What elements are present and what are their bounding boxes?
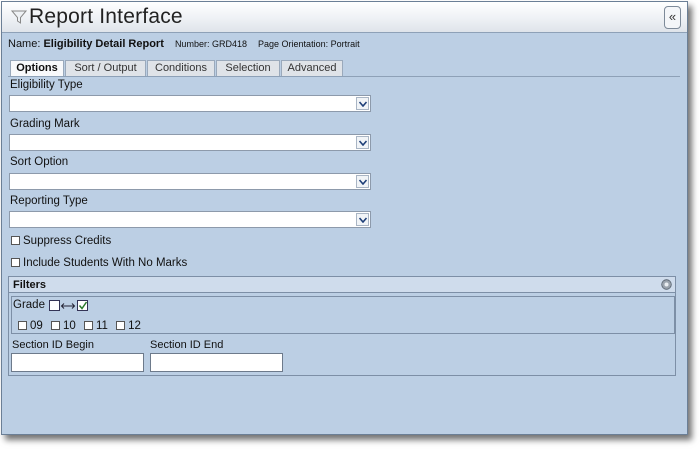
report-window: Report Interface « Name: Eligibility Det… [1, 1, 688, 435]
tab-advanced[interactable]: Advanced [281, 60, 343, 76]
tab-sort-output[interactable]: Sort / Output [65, 60, 146, 76]
grade-label: Grade [13, 299, 45, 311]
grade-option-label: 12 [128, 320, 141, 332]
tab-label: Options [16, 62, 58, 74]
reporting-type-select[interactable] [9, 211, 371, 228]
eligibility-type-select[interactable] [9, 95, 371, 112]
grade-options: 09 10 11 12 [18, 320, 146, 332]
filters-title: Filters [13, 279, 47, 291]
tab-options[interactable]: Options [10, 60, 64, 77]
double-chevron-left-icon: « [668, 9, 677, 24]
sort-option-select[interactable] [9, 173, 371, 190]
suppress-credits-row: Suppress Credits [11, 235, 111, 247]
chevron-down-icon[interactable] [356, 136, 369, 149]
checkbox-toggle-icon[interactable] [49, 299, 91, 316]
tab-conditions[interactable]: Conditions [147, 60, 215, 76]
section-id-end-label: Section ID End [150, 339, 224, 351]
include-no-marks-checkbox[interactable] [11, 258, 20, 267]
include-no-marks-row: Include Students With No Marks [11, 257, 187, 269]
include-no-marks-label: Include Students With No Marks [23, 257, 188, 269]
chevron-down-icon[interactable] [356, 97, 369, 110]
title-bar: Report Interface « [2, 2, 687, 33]
grading-mark-select[interactable] [9, 134, 371, 151]
circle-toggle-icon[interactable] [661, 279, 672, 293]
report-name: Eligibility Detail Report [43, 38, 164, 50]
grade-option-label: 11 [96, 320, 108, 332]
grade-checkbox[interactable] [51, 321, 60, 330]
chevron-down-icon[interactable] [356, 175, 369, 188]
grade-checkbox[interactable] [116, 321, 126, 330]
section-id-end-input[interactable] [150, 353, 283, 372]
collapse-panel-button[interactable]: « [664, 6, 681, 29]
grade-option-label: 10 [63, 320, 76, 332]
suppress-credits-label: Suppress Credits [23, 235, 112, 247]
section-id-begin-label: Section ID Begin [12, 339, 94, 351]
grade-option[interactable]: 10 [51, 320, 76, 332]
tab-label: Sort / Output [74, 62, 137, 74]
report-number: Number: GRD418 [174, 39, 247, 49]
grade-checkbox[interactable] [84, 321, 93, 330]
grade-option[interactable]: 09 [18, 320, 43, 332]
grading-mark-label: Grading Mark [10, 118, 80, 130]
tab-label: Advanced [287, 62, 337, 74]
filters-header: Filters [8, 276, 676, 293]
grade-option-label: 09 [30, 320, 43, 332]
sort-option-label: Sort Option [10, 156, 69, 168]
report-name-label: Name: [8, 38, 41, 50]
grade-option[interactable]: 12 [116, 320, 141, 332]
page-orientation: Page Orientation: Portrait [258, 39, 360, 49]
tab-underline [8, 76, 680, 77]
grade-checkbox[interactable] [18, 321, 27, 330]
filter-funnel-icon [10, 9, 28, 28]
window-title: Report Interface [29, 5, 183, 28]
tab-label: Conditions [155, 62, 207, 74]
section-id-begin-input[interactable] [11, 353, 144, 372]
eligibility-type-label: Eligibility Type [10, 79, 83, 91]
chevron-down-icon[interactable] [356, 213, 369, 226]
suppress-credits-checkbox[interactable] [11, 236, 20, 245]
tab-selection[interactable]: Selection [216, 60, 280, 76]
tab-label: Selection [225, 62, 271, 74]
grade-option[interactable]: 11 [84, 320, 108, 332]
report-info: Name: Eligibility Detail Report Number: … [8, 38, 360, 50]
reporting-type-label: Reporting Type [10, 195, 88, 207]
